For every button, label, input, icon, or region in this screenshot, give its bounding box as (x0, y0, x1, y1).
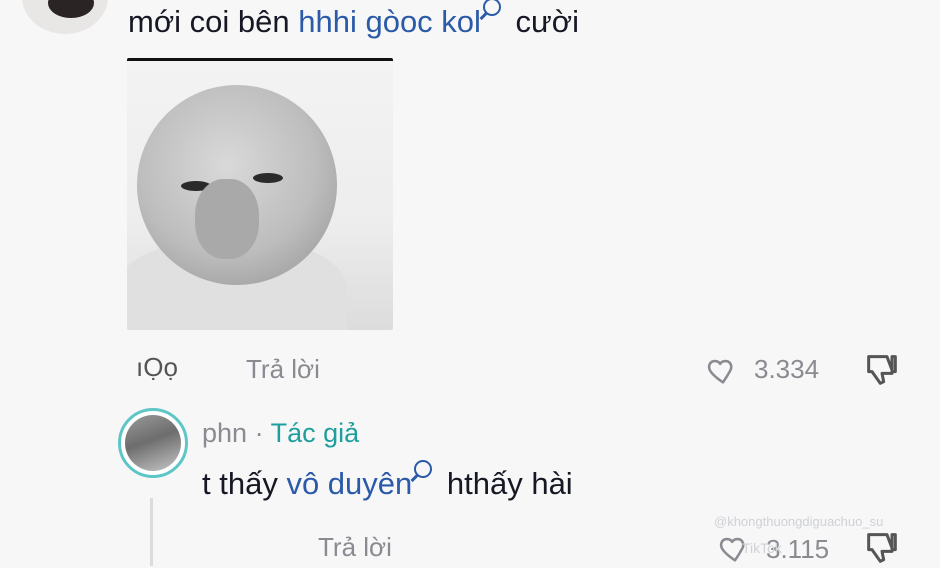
heart-outline-icon[interactable] (706, 354, 740, 388)
comment-text-before: mới coi bên (128, 4, 299, 39)
comment-actions: ıỌọ Trả lời 3.334 (0, 350, 940, 390)
author-avatar-image (125, 415, 181, 471)
commenter-avatar[interactable] (22, 0, 108, 34)
reply-button[interactable]: Trả lời (318, 532, 392, 563)
comment-text: mới coi bên hhhi gòoc kol cười (128, 0, 580, 42)
meme-baby-eye-right (253, 173, 283, 183)
like-count: 3.334 (754, 354, 820, 384)
reply-author-name[interactable]: phn (202, 418, 247, 448)
search-icon[interactable] (414, 460, 433, 478)
reply-author-line: phn · Tác giả (202, 418, 359, 449)
thumbs-down-icon[interactable] (862, 350, 902, 390)
reply-button[interactable]: Trả lời (246, 354, 320, 385)
meme-baby-hand (195, 179, 259, 259)
comment-search-keyword[interactable]: hhhi gòoc kol (298, 4, 481, 39)
reply-search-keyword[interactable]: vô duyên (286, 466, 412, 501)
author-badge: Tác giả (270, 418, 360, 448)
search-icon[interactable] (482, 0, 501, 16)
name-separator: · (247, 418, 271, 448)
reply-text: t thấy vô duyên hthấy hài (202, 460, 573, 502)
thumbs-down-icon[interactable] (862, 528, 902, 568)
comment-text-after: cười (506, 4, 580, 39)
author-avatar[interactable] (118, 408, 188, 478)
thread-line (150, 498, 153, 566)
watermark-brand: TikTok (742, 540, 782, 556)
reply-text-after: hthấy hài (438, 466, 573, 501)
comment-image-meme[interactable] (127, 58, 393, 330)
reply-text-before: t thấy (202, 466, 287, 501)
watermark-handle: @khongthuongdiguachuo_su (714, 514, 884, 529)
view-replies-indicator[interactable]: ıỌọ (136, 352, 178, 383)
